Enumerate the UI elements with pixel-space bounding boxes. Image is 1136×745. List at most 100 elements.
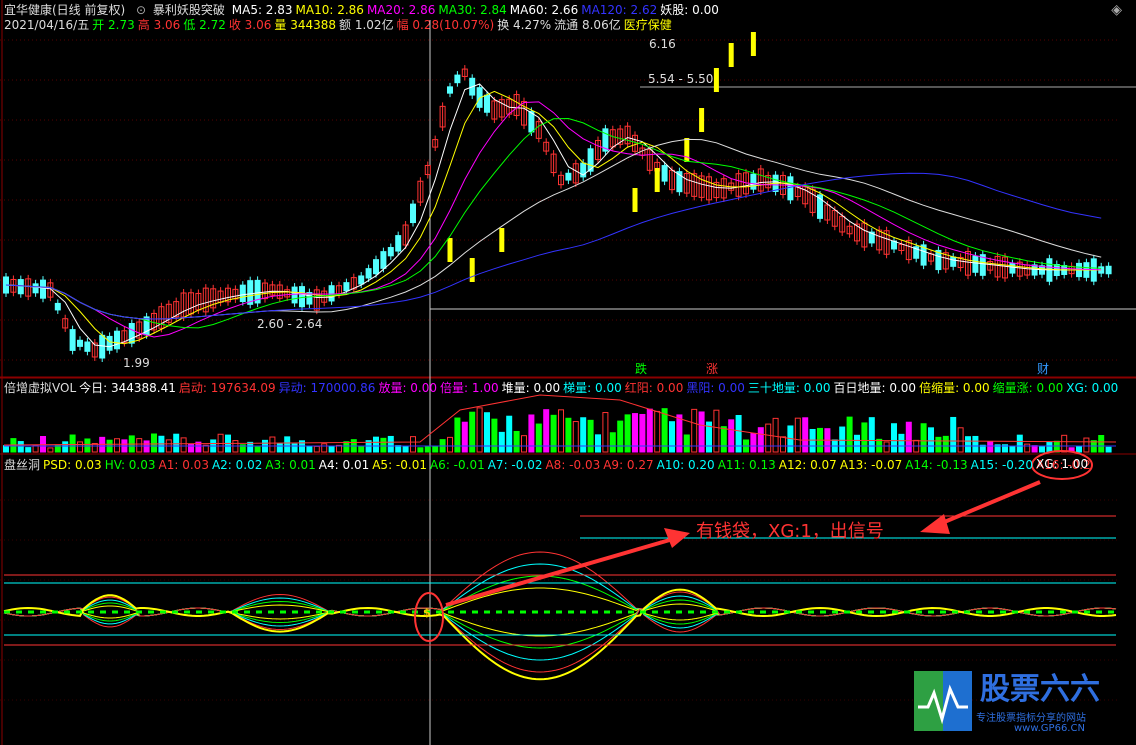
yellow-candle — [499, 228, 505, 252]
volume-bar — [587, 419, 594, 453]
volume-bar — [402, 446, 409, 453]
volume-bar — [802, 417, 809, 453]
volume-bar — [506, 415, 513, 453]
high-label: 6.16 — [649, 37, 676, 51]
range-label: 2.60 - 2.64 — [257, 317, 323, 331]
psd-band-3 — [3, 587, 1117, 621]
volume-bar — [321, 443, 328, 453]
volume-bar — [387, 435, 394, 453]
volume-bar — [284, 436, 291, 453]
psd-item-5: A3: 0.01 — [265, 458, 316, 472]
vol-item-5: 倍量: 1.00 — [440, 381, 499, 395]
volume-bar — [62, 441, 69, 453]
volume-bar — [780, 436, 786, 453]
volume-bar — [965, 436, 971, 453]
volume-bar — [928, 427, 934, 453]
volume-bar — [498, 431, 505, 453]
volume-bar — [868, 417, 875, 453]
volume-bar — [17, 441, 24, 453]
volume-bar — [750, 432, 757, 453]
watermark-logo: 股票六六 专注股票指标分享的网站 www.GP66.CN — [914, 671, 1130, 739]
volume-bar — [380, 437, 387, 453]
psd-item-15: A13: -0.07 — [839, 458, 903, 472]
arrow-shaft-left — [445, 535, 681, 607]
vol-item-13: 缩量涨: 0.00 — [992, 381, 1064, 395]
yellow-candle — [713, 68, 719, 92]
psd-band-5 — [3, 599, 1117, 649]
volume-bar — [114, 438, 120, 453]
volume-bar — [772, 417, 779, 453]
vol-item-6: 堆量: 0.00 — [501, 381, 561, 395]
volume-bar — [987, 441, 994, 453]
volume-bar — [572, 421, 579, 453]
marker-zhang: 涨 — [706, 362, 719, 376]
vol-item-4: 放量: 0.00 — [378, 381, 438, 395]
volume-bar — [373, 436, 379, 453]
vol-item-11: 百日地量: 0.00 — [833, 381, 917, 395]
volume-bar — [84, 438, 91, 453]
volume-bar — [720, 426, 727, 453]
psd-item-3: A1: 0.03 — [158, 458, 209, 472]
volume-bar — [728, 419, 735, 453]
yellow-candle — [750, 32, 756, 56]
volume-bar — [846, 416, 853, 453]
logo-chart-icon — [914, 671, 972, 731]
marker-cai: 财 — [1037, 362, 1050, 376]
psd-item-11: A9: 0.27 — [603, 458, 654, 472]
marker-die: 跌 — [635, 362, 648, 376]
psd-item-0: 盘丝洞 — [4, 458, 41, 472]
chart-canvas[interactable] — [0, 0, 1136, 745]
volume-bar — [580, 417, 587, 453]
logo-tagline: 专注股票指标分享的网站 — [976, 713, 1086, 724]
volume-bar — [861, 422, 868, 453]
volume-bar — [25, 447, 32, 453]
volume-bar — [595, 434, 601, 453]
volume-bar — [269, 436, 276, 453]
volume-bar — [343, 441, 350, 453]
volume-bar — [891, 423, 897, 453]
volume-bar — [839, 426, 846, 453]
volume-bar — [765, 423, 772, 453]
volume-bar — [950, 416, 957, 453]
psd-item-10: A8: -0.03 — [545, 458, 601, 472]
volume-bar — [513, 430, 520, 453]
volume-bar — [617, 420, 624, 453]
volume-bar — [1016, 434, 1023, 453]
volume-bar — [905, 421, 912, 453]
vol-item-2: 启动: 197634.09 — [178, 381, 276, 395]
volume-bar — [424, 446, 431, 453]
psd-item-6: A4: 0.01 — [318, 458, 370, 472]
ma-line-3 — [5, 117, 1102, 329]
volume-bar — [1083, 437, 1090, 453]
yellow-candle — [447, 238, 453, 262]
volume-bar — [254, 446, 261, 453]
vol-panel-header: 倍增虚拟VOL 今日: 344388.41 启动: 197634.09 异动: 170… — [4, 380, 1121, 396]
volume-bar — [809, 428, 816, 453]
volume-bar — [77, 441, 83, 453]
volume-bar — [47, 447, 54, 453]
volume-bar — [410, 436, 416, 453]
volume-bar — [173, 433, 180, 453]
volume-bar — [1061, 434, 1068, 453]
yellow-candle — [654, 168, 660, 192]
vol-item-8: 红阳: 0.00 — [624, 381, 684, 395]
volume-bar — [609, 432, 616, 453]
psd-item-8: A6: -0.01 — [429, 458, 485, 472]
psd-panel-header: 盘丝洞 PSD: 0.03 HV: 0.03 A1: 0.03 A2: 0.02 A3: … — [4, 457, 1094, 473]
psd-item-16: A14: -0.13 — [905, 458, 968, 472]
volume-bar — [476, 407, 483, 453]
volume-bar — [794, 417, 801, 453]
volume-bar — [454, 417, 461, 453]
volume-bar — [188, 443, 194, 453]
psd-item-12: A10: 0.20 — [656, 458, 715, 472]
psd-item-4: A2: 0.02 — [211, 458, 263, 472]
volume-bar — [151, 433, 157, 453]
volume-bar — [883, 441, 890, 453]
psd-item-13: A11: 0.13 — [717, 458, 776, 472]
volume-bar — [395, 445, 402, 453]
volume-bar — [247, 441, 254, 453]
vol-item-3: 异动: 170000.86 — [278, 381, 376, 395]
volume-bar — [957, 427, 964, 453]
volume-bar — [942, 435, 949, 453]
low-label: 1.99 — [123, 356, 150, 370]
